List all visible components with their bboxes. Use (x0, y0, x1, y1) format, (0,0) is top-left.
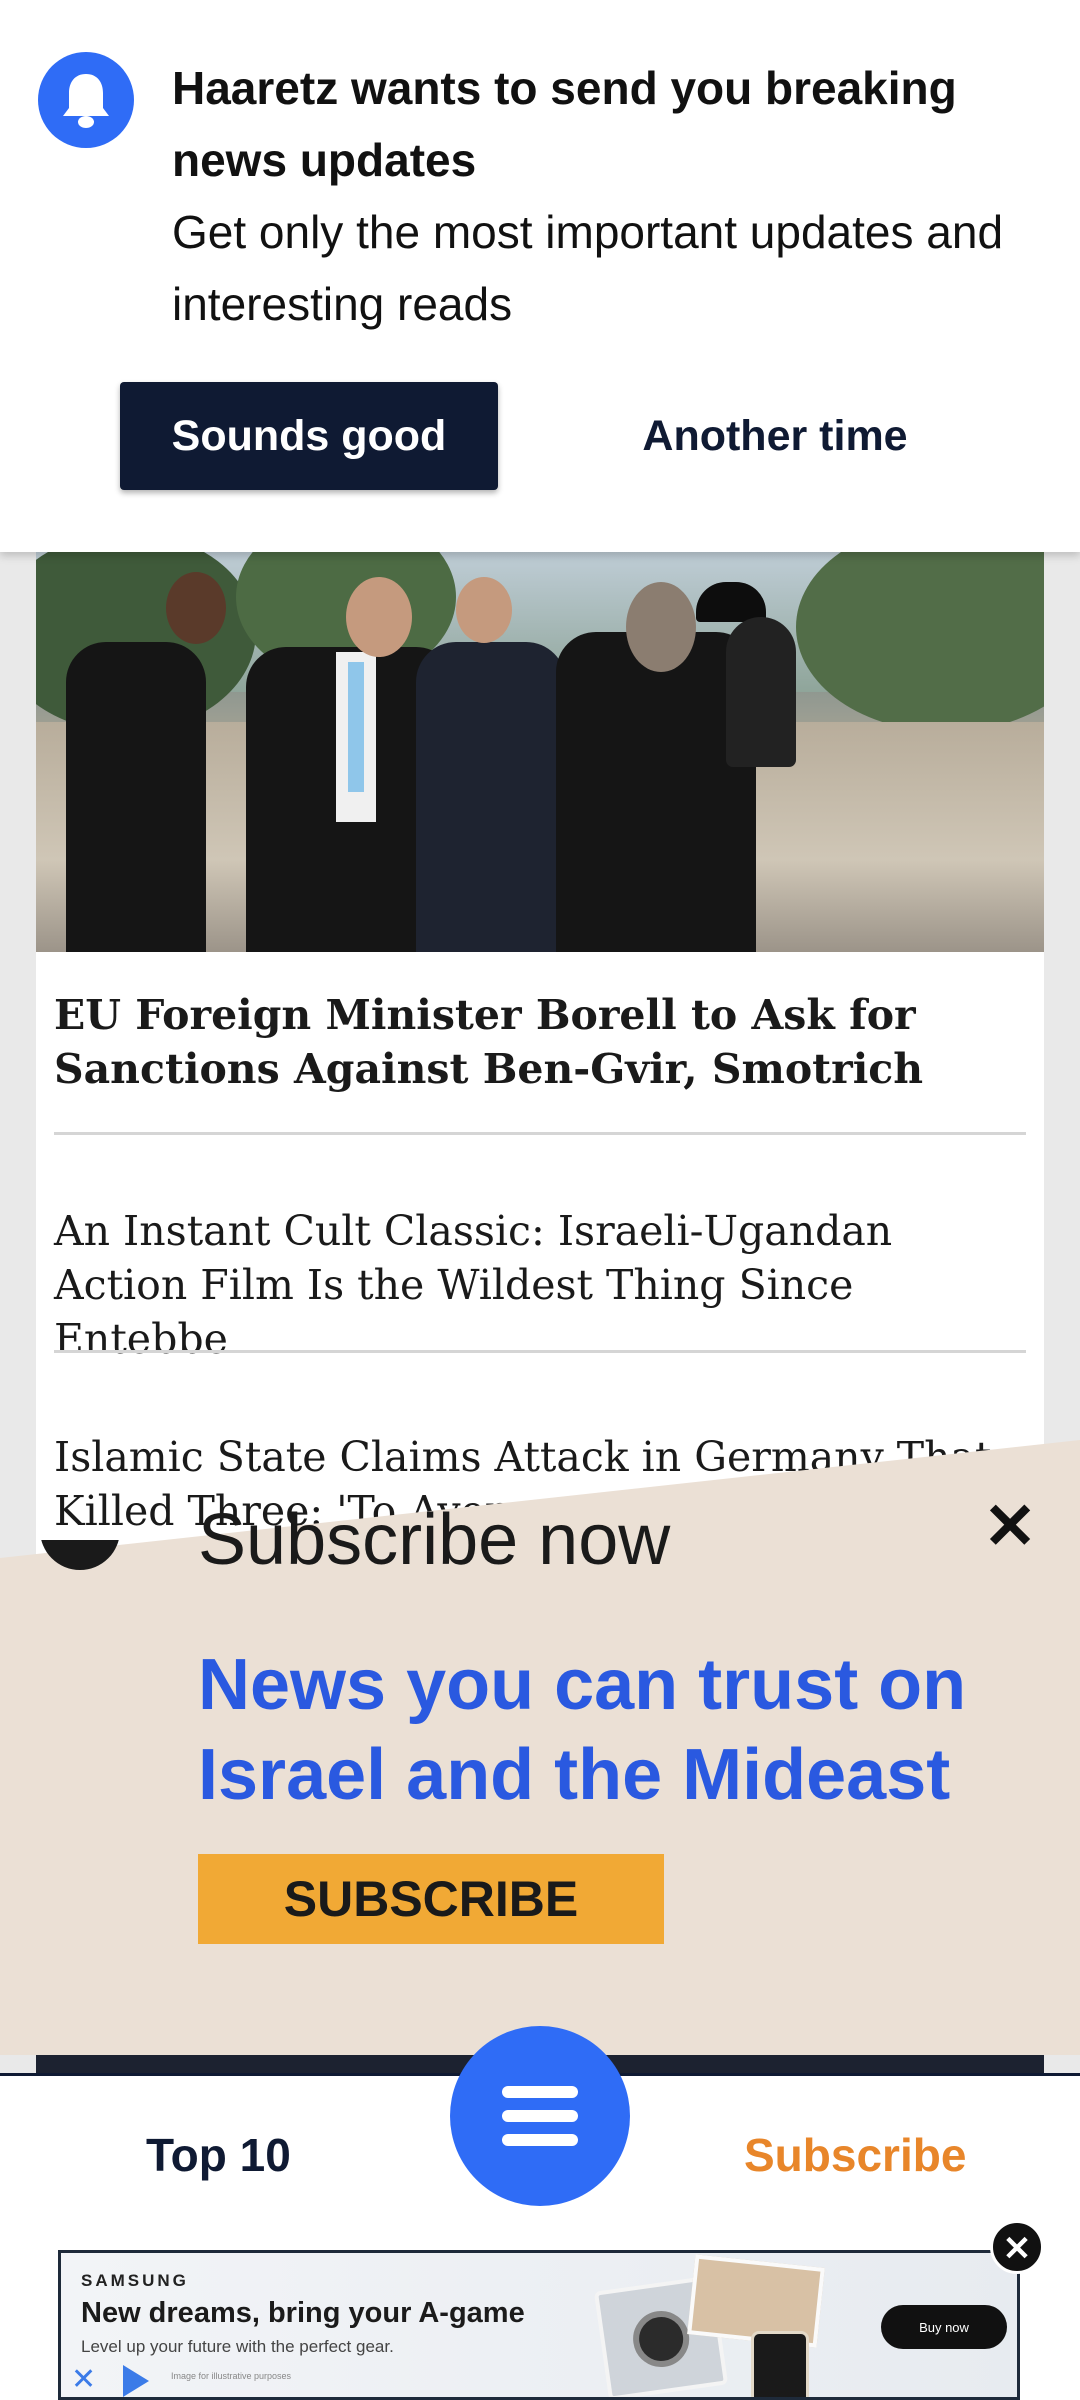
hamburger-menu-icon[interactable] (450, 2026, 630, 2206)
nav-subscribe-link[interactable]: Subscribe (744, 2128, 966, 2182)
ad-buy-now-button[interactable]: Buy now (881, 2305, 1007, 2349)
subscribe-overlay-title: Subscribe now (198, 1500, 671, 1580)
ad-fine-print: Image for illustrative purposes (171, 2371, 292, 2381)
divider (54, 1350, 1026, 1353)
ad-subline: Level up your future with the perfect ge… (81, 2337, 394, 2356)
nav-top10-link[interactable]: Top 10 (146, 2128, 291, 2182)
samsung-banner-ad[interactable]: SAMSUNG New dreams, bring your A-game Le… (58, 2250, 1020, 2400)
menu-line (502, 2086, 578, 2098)
vinyl-disc (629, 2307, 693, 2371)
hero-person (726, 617, 796, 767)
notification-body: Get only the most important updates and … (172, 206, 1004, 330)
hero-head (626, 582, 696, 672)
hero-head (346, 577, 412, 657)
article-headline[interactable]: An Instant Cult Classic: Israeli-Ugandan… (54, 1204, 1024, 1366)
notification-title: Haaretz wants to send you breaking news … (172, 62, 957, 186)
another-time-button[interactable]: Another time (590, 382, 960, 490)
article-headline[interactable]: EU Foreign Minister Borell to Ask for Sa… (54, 988, 1024, 1096)
divider (54, 1132, 1026, 1135)
sounds-good-button[interactable]: Sounds good (120, 382, 498, 490)
ad-headline: New dreams, bring your A-game (81, 2297, 525, 2329)
hero-person (416, 642, 566, 952)
hero-person (66, 642, 206, 952)
adchoices-icon[interactable] (123, 2365, 149, 2397)
hero-head (456, 577, 512, 643)
hero-tree (796, 552, 1044, 732)
subscribe-overlay-headline: News you can trust on Israel and the Mid… (198, 1645, 967, 1815)
article-hero-image[interactable] (36, 552, 1044, 952)
hero-tie (348, 662, 364, 792)
menu-line (502, 2110, 578, 2122)
hero-head (166, 572, 226, 644)
ad-close-icon[interactable]: ✕ (990, 2220, 1044, 2274)
ad-brand: SAMSUNG (81, 2271, 189, 2290)
menu-line (502, 2134, 578, 2146)
subscribe-button[interactable]: SUBSCRIBE (198, 1854, 664, 1944)
bell-icon (38, 52, 134, 148)
ad-product-phone (751, 2331, 809, 2397)
adchoices-x-icon[interactable]: ✕ (71, 2365, 96, 2395)
close-icon[interactable]: ✕ (980, 1494, 1040, 1558)
push-notification-prompt: Haaretz wants to send you breaking news … (0, 0, 1080, 552)
